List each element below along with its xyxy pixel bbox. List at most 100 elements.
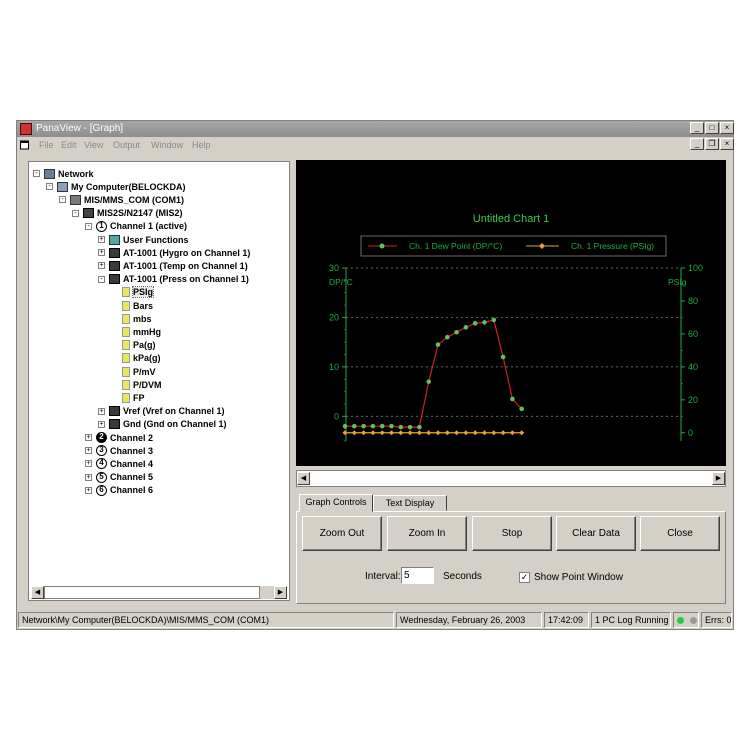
tree-item[interactable]: Pa(g) [122, 339, 156, 352]
log-idle-led-icon [690, 617, 697, 624]
status-path: Network\My Computer(BELOCKDA)\MIS/MMS_CO… [18, 612, 394, 628]
tree-item[interactable]: P/mV [122, 365, 156, 378]
tree-item-label: P/mV [133, 366, 156, 377]
expand-icon[interactable]: + [98, 236, 105, 243]
status-time: 17:42:09 [544, 612, 589, 628]
tree-item-label: AT-1001 (Temp on Channel 1) [123, 260, 248, 271]
scroll-left-icon[interactable]: ◀ [31, 586, 44, 599]
tree-item[interactable]: P/DVM [122, 378, 162, 391]
channel-number-icon: 2 [96, 432, 107, 443]
y-tick-label: 30 [329, 263, 339, 273]
menu-window[interactable]: Window [151, 140, 183, 150]
title-bar[interactable]: PanaView - [Graph] _ □ × [17, 121, 734, 137]
collapse-icon[interactable]: - [46, 183, 53, 191]
tree-item-label: Gnd (Gnd on Channel 1) [123, 419, 227, 430]
collapse-icon[interactable]: - [98, 275, 105, 283]
tree-item[interactable]: PSIg [122, 286, 155, 299]
menu-edit[interactable]: Edit [61, 140, 77, 150]
tree-item[interactable]: Gnd (Gnd on Channel 1) [109, 418, 227, 431]
mdi-minimize-button[interactable]: _ [690, 138, 704, 150]
menu-file[interactable]: File [39, 140, 54, 150]
dewpoint-point [342, 423, 348, 429]
tab-graph-controls[interactable]: Graph Controls [299, 494, 373, 512]
interval-input[interactable]: 5 [401, 567, 434, 584]
tree-item[interactable]: kPa(g) [122, 352, 161, 365]
tree-item[interactable]: 2 Channel 2 [96, 431, 153, 444]
close-button[interactable]: Close [640, 516, 720, 551]
stop-button[interactable]: Stop [472, 516, 552, 551]
scroll-thumb[interactable] [44, 586, 260, 599]
dewpoint-point [491, 317, 497, 323]
tree-item[interactable]: 5 Channel 5 [96, 471, 153, 484]
tree-item[interactable]: MIS2S/N2147 (MIS2) [83, 207, 183, 220]
expand-icon[interactable]: + [98, 249, 105, 257]
chart-horizontal-scrollbar[interactable]: ◀ ▶ [296, 470, 726, 487]
y-axis-label: DP/°C [329, 277, 353, 287]
tab-text-display[interactable]: Text Display [373, 495, 447, 511]
channel-number-icon: 5 [96, 471, 107, 483]
expand-icon[interactable]: + [98, 262, 105, 270]
pressure-point [491, 430, 497, 436]
menu-output[interactable]: Output [113, 140, 140, 150]
mdi-restore-button[interactable]: ❐ [705, 138, 719, 150]
cable-icon [70, 194, 81, 205]
network-tree[interactable]: ◀ ▶ - Network - My Computer(BELOCKDA) - MIS/M… [28, 161, 290, 601]
pressure-point [379, 430, 385, 436]
dewpoint-point [510, 396, 515, 402]
collapse-icon[interactable]: - [72, 209, 79, 217]
tree-item[interactable]: FP [122, 391, 145, 404]
tree-horizontal-scrollbar[interactable]: ◀ ▶ [31, 586, 287, 599]
tree-item[interactable]: 3 Channel 3 [96, 444, 153, 457]
dewpoint-point [352, 423, 357, 429]
dewpoint-point [435, 342, 441, 347]
mdi-close-button[interactable]: × [720, 138, 734, 150]
tree-item[interactable]: 1 Channel 1 (active) [96, 220, 187, 233]
tree-item[interactable]: User Functions [109, 233, 189, 246]
tree-item[interactable]: AT-1001 (Temp on Channel 1) [109, 259, 248, 272]
tree-item[interactable]: AT-1001 (Hygro on Channel 1) [109, 246, 250, 259]
clear-data-button[interactable]: Clear Data [556, 516, 636, 551]
tree-item[interactable]: Bars [122, 299, 153, 312]
probe-icon [109, 419, 120, 430]
tree-item[interactable]: AT-1001 (Press on Channel 1) [109, 273, 249, 286]
seconds-label: Seconds [443, 571, 482, 582]
maximize-button[interactable]: □ [705, 122, 719, 134]
expand-icon[interactable]: + [98, 407, 105, 415]
zoom-out-button[interactable]: Zoom Out [302, 516, 382, 551]
pressure-point [463, 430, 469, 436]
mdi-buttons: _ ❐ × [690, 138, 734, 150]
expand-icon[interactable]: + [98, 420, 105, 428]
tree-item-label: mmHg [133, 326, 162, 337]
show-point-window-checkbox[interactable]: ✓ [519, 572, 530, 583]
tree-item[interactable]: Vref (Vref on Channel 1) [109, 405, 225, 418]
expand-icon[interactable]: + [85, 434, 92, 441]
window-buttons: _ □ × [690, 122, 734, 134]
tree-item[interactable]: mmHg [122, 325, 161, 338]
tree-item[interactable]: Network [44, 167, 94, 180]
dewpoint-point [407, 424, 413, 430]
menu-view[interactable]: View [84, 140, 103, 150]
menu-help[interactable]: Help [192, 140, 211, 150]
expand-icon[interactable]: + [85, 473, 92, 481]
tree-item[interactable]: 6 Channel 6 [96, 484, 153, 497]
expand-icon[interactable]: + [85, 460, 92, 468]
app-icon [20, 123, 32, 135]
scroll-right-icon[interactable]: ▶ [274, 586, 287, 599]
tree-item[interactable]: MIS/MMS_COM (COM1) [70, 193, 184, 206]
collapse-icon[interactable]: - [85, 222, 92, 230]
tree-item[interactable]: mbs [122, 312, 152, 325]
zoom-in-button[interactable]: Zoom In [387, 516, 467, 551]
document-icon[interactable] [20, 140, 30, 150]
expand-icon[interactable]: + [85, 486, 92, 494]
collapse-icon[interactable]: - [33, 170, 40, 177]
tree-item[interactable]: My Computer(BELOCKDA) [57, 180, 186, 193]
collapse-icon[interactable]: - [59, 196, 66, 204]
tree-item[interactable]: 4 Channel 4 [96, 457, 153, 470]
close-window-button[interactable]: × [720, 122, 734, 134]
chart-scroll-left-icon[interactable]: ◀ [297, 472, 310, 485]
chart-scroll-right-icon[interactable]: ▶ [712, 472, 725, 485]
expand-icon[interactable]: + [85, 447, 92, 455]
window-title: PanaView - [Graph] [36, 123, 124, 134]
tree-item-label: User Functions [123, 234, 189, 245]
minimize-button[interactable]: _ [690, 122, 704, 134]
